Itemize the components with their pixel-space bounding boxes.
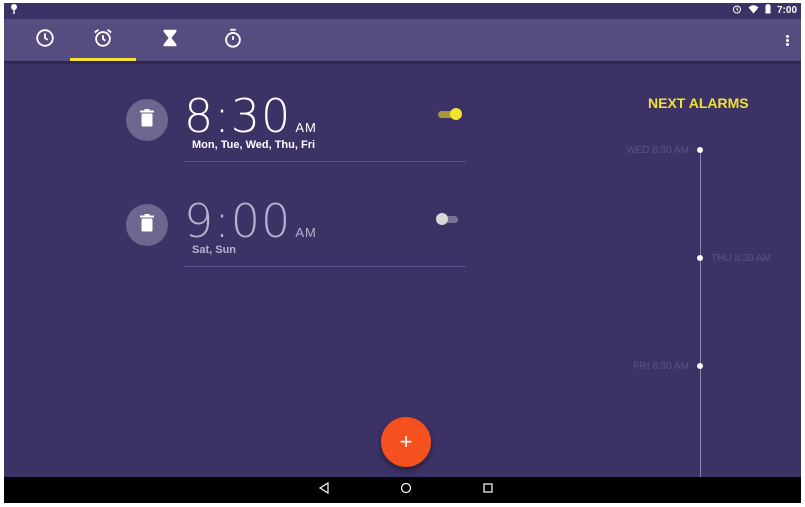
active-tab-indicator <box>70 58 136 61</box>
navigation-bar <box>4 477 801 503</box>
plus-icon: + <box>399 429 413 454</box>
toggle-thumb <box>436 213 448 225</box>
alarm-toggle[interactable] <box>436 212 462 226</box>
more-vert-icon <box>785 34 789 47</box>
timeline-dot <box>697 255 703 261</box>
timeline-dot <box>697 147 703 153</box>
divider <box>184 161 466 162</box>
alarm-ampm: AM <box>295 225 317 240</box>
location-icon <box>10 4 18 17</box>
divider <box>184 266 466 267</box>
home-button[interactable] <box>396 481 416 499</box>
stopwatch-icon <box>222 27 244 54</box>
timeline-dot <box>697 363 703 369</box>
overflow-menu-button[interactable] <box>773 19 801 61</box>
tab-clock[interactable] <box>12 19 78 61</box>
next-alarms-title: NEXT ALARMS <box>648 95 749 111</box>
wifi-icon <box>748 4 759 17</box>
trash-icon <box>140 108 154 132</box>
recents-icon <box>482 481 494 499</box>
tab-alarm[interactable] <box>70 19 136 61</box>
back-icon <box>318 481 330 499</box>
tab-stopwatch[interactable] <box>200 19 266 61</box>
alarm-ampm: AM <box>295 120 317 135</box>
hourglass-icon <box>159 27 181 54</box>
alarm-status-icon <box>732 4 742 17</box>
alarm-item[interactable]: 9:00 AM Sat, Sun <box>126 194 466 272</box>
alarm-screen: 7:00 8:30 AM Mon, Tue, Wed, Thu, Fri 9:0… <box>4 3 801 503</box>
alarm-icon <box>92 27 114 54</box>
recents-button[interactable] <box>478 481 498 499</box>
back-button[interactable] <box>314 481 334 499</box>
alarm-time[interactable]: 8:30 AM <box>184 89 317 143</box>
alarm-days[interactable]: Mon, Tue, Wed, Thu, Fri <box>192 139 315 151</box>
home-icon <box>400 481 412 499</box>
alarm-toggle[interactable] <box>436 107 462 121</box>
alarm-days[interactable]: Sat, Sun <box>192 244 236 256</box>
alarm-time-value: 8:30 <box>184 89 292 143</box>
alarm-time[interactable]: 9:00 AM <box>184 194 317 248</box>
add-alarm-button[interactable]: + <box>381 417 431 467</box>
delete-alarm-button[interactable] <box>126 204 168 246</box>
status-time: 7:00 <box>776 5 797 16</box>
alarm-time-value: 9:00 <box>184 194 292 248</box>
delete-alarm-button[interactable] <box>126 99 168 141</box>
clock-icon <box>34 27 56 54</box>
next-alarm-label: FRI 8:30 AM <box>633 361 689 372</box>
battery-icon <box>765 4 771 17</box>
tab-timer[interactable] <box>137 19 203 61</box>
status-bar: 7:00 <box>4 3 801 19</box>
next-alarm-label: THU 8:30 AM <box>711 253 772 264</box>
tab-bar <box>4 19 801 61</box>
toggle-thumb <box>450 108 462 120</box>
alarm-item[interactable]: 8:30 AM Mon, Tue, Wed, Thu, Fri <box>126 89 466 167</box>
timeline-line <box>700 149 701 499</box>
trash-icon <box>140 213 154 237</box>
next-alarm-label: WED 8:30 AM <box>626 145 689 156</box>
